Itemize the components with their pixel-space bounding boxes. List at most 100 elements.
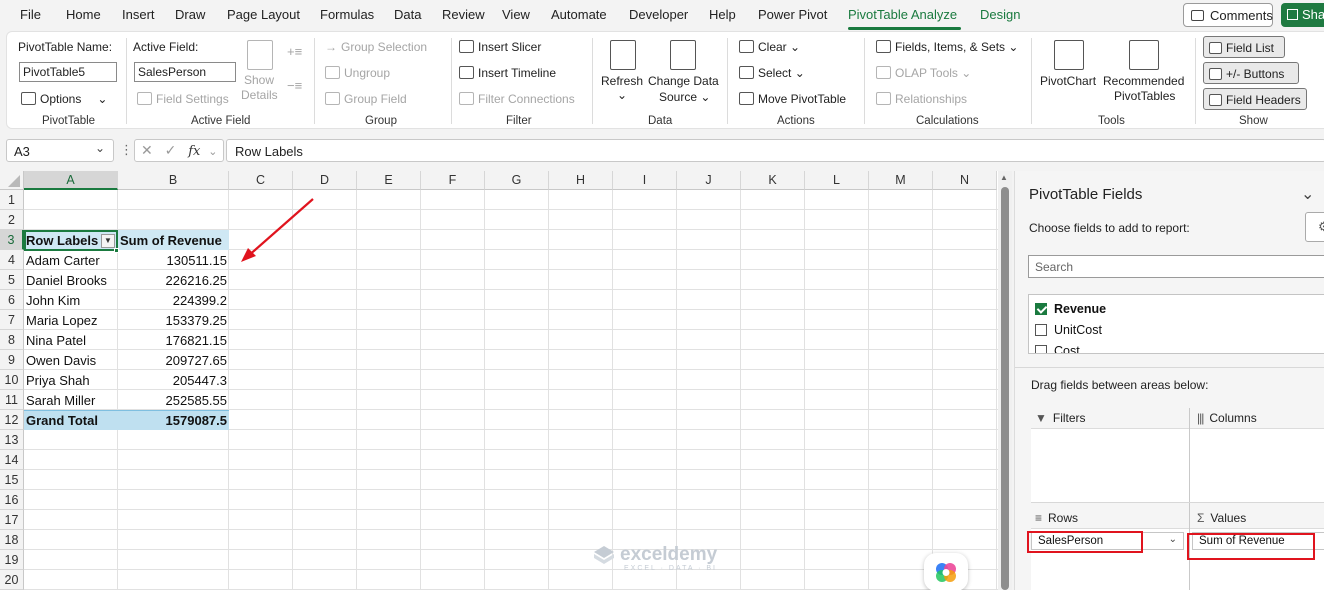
row-header[interactable]: 2 (0, 210, 24, 230)
group-field-button[interactable]: Group Field (325, 92, 407, 106)
tab-formulas[interactable]: Formulas (320, 7, 374, 22)
row-header[interactable]: 13 (0, 430, 24, 450)
more-options-icon[interactable]: ⋮ (120, 142, 133, 158)
insert-function-icon[interactable]: fx (188, 144, 200, 159)
formula-input[interactable]: Row Labels (226, 139, 1324, 162)
select-all-corner[interactable] (0, 171, 24, 190)
grand-total-label[interactable]: Grand Total (24, 410, 118, 430)
row-header[interactable]: 5 (0, 270, 24, 290)
field-list-toggle[interactable]: Field List (1203, 36, 1285, 58)
pane-options-chevron-icon[interactable]: ⌄ (1301, 184, 1314, 204)
field-unitcost[interactable]: UnitCost (1035, 323, 1102, 337)
field-search-input[interactable]: Search (1028, 255, 1324, 278)
gear-icon[interactable]: ⚙ (1305, 212, 1324, 242)
pivot-row-label[interactable]: John Kim (24, 290, 118, 310)
column-header[interactable]: N (933, 171, 997, 190)
column-header[interactable]: F (421, 171, 485, 190)
row-header[interactable]: 7 (0, 310, 24, 330)
filters-drop-zone[interactable] (1031, 428, 1189, 502)
tab-design[interactable]: Design (980, 7, 1020, 22)
row-header[interactable]: 4 (0, 250, 24, 270)
pivot-row-value[interactable]: 224399.2 (118, 290, 229, 310)
checkbox-unchecked[interactable] (1035, 324, 1047, 336)
pivot-row-value[interactable]: 176821.15 (118, 330, 229, 350)
chevron-down-icon[interactable]: ⌄ (208, 146, 217, 158)
field-headers-toggle[interactable]: Field Headers (1203, 88, 1307, 110)
chevron-down-icon[interactable]: ⌄ (1169, 534, 1177, 545)
relationships-button[interactable]: Relationships (876, 92, 967, 106)
row-header[interactable]: 16 (0, 490, 24, 510)
row-header[interactable]: 14 (0, 450, 24, 470)
pivotchart-button[interactable]: PivotChart (1040, 74, 1096, 88)
active-field-input[interactable] (134, 62, 236, 82)
insert-timeline-button[interactable]: Insert Timeline (459, 66, 556, 80)
row-header[interactable]: 19 (0, 550, 24, 570)
tab-view[interactable]: View (502, 7, 530, 22)
filter-connections-button[interactable]: Filter Connections (459, 92, 575, 106)
row-header[interactable]: 20 (0, 570, 24, 590)
tab-home[interactable]: Home (66, 7, 101, 22)
row-header[interactable]: 1 (0, 190, 24, 210)
worksheet-grid[interactable]: ABCDEFGHIJKLMN 1 2 3 4 5 6 7 8 9 10 11 12 13 14 15 16 17… (0, 171, 998, 590)
select-button[interactable]: Select ⌄ (739, 66, 805, 80)
copilot-button[interactable] (924, 553, 968, 590)
chevron-down-icon[interactable]: ⌄ (95, 141, 105, 155)
column-header[interactable]: K (741, 171, 805, 190)
checkbox-checked[interactable] (1035, 303, 1047, 315)
pivot-row-label[interactable]: Sarah Miller (24, 390, 118, 410)
column-header[interactable]: J (677, 171, 741, 190)
column-header[interactable]: E (357, 171, 421, 190)
column-header[interactable]: C (229, 171, 293, 190)
move-pivottable-button[interactable]: Move PivotTable (739, 92, 846, 106)
pivot-row-value[interactable]: 130511.15 (118, 250, 229, 270)
column-header[interactable]: B (118, 171, 229, 190)
pivot-row-label[interactable]: Maria Lopez (24, 310, 118, 330)
pivot-row-value[interactable]: 226216.25 (118, 270, 229, 290)
change-data-source-button[interactable]: Change Data (648, 74, 719, 88)
column-header[interactable]: M (869, 171, 933, 190)
column-header[interactable]: I (613, 171, 677, 190)
collapse-field-icon[interactable]: −≡ (287, 78, 302, 93)
clear-button[interactable]: Clear ⌄ (739, 40, 800, 54)
pivot-row-value[interactable]: 205447.3 (118, 370, 229, 390)
fill-handle[interactable] (114, 248, 119, 253)
vertical-scrollbar[interactable]: ▲ (998, 171, 1012, 590)
sum-of-revenue-header[interactable]: Sum of Revenue (118, 230, 229, 250)
olap-tools-button[interactable]: OLAP Tools ⌄ (876, 66, 971, 80)
columns-drop-zone[interactable] (1190, 428, 1324, 502)
tab-developer[interactable]: Developer (629, 7, 688, 22)
pivottable-name-input[interactable] (19, 62, 117, 82)
pivot-row-value[interactable]: 252585.55 (118, 390, 229, 410)
row-header[interactable]: 9 (0, 350, 24, 370)
tab-help[interactable]: Help (709, 7, 736, 22)
show-details-button[interactable]: Show (244, 73, 274, 87)
column-header[interactable]: G (485, 171, 549, 190)
row-header[interactable]: 17 (0, 510, 24, 530)
field-cost[interactable]: Cost (1035, 344, 1080, 353)
enter-icon[interactable]: ✓ (165, 142, 177, 158)
column-header[interactable]: D (293, 171, 357, 190)
row-header[interactable]: 8 (0, 330, 24, 350)
row-header[interactable]: 12 (0, 410, 24, 430)
scroll-up-icon[interactable]: ▲ (1000, 173, 1008, 182)
column-header[interactable]: H (549, 171, 613, 190)
buttons-toggle[interactable]: +/- Buttons (1203, 62, 1299, 84)
insert-slicer-button[interactable]: Insert Slicer (459, 40, 541, 54)
pivot-row-value[interactable]: 209727.65 (118, 350, 229, 370)
comments-button[interactable]: Comments (1183, 3, 1273, 27)
tab-page-layout[interactable]: Page Layout (227, 7, 300, 22)
pivot-row-label[interactable]: Nina Patel (24, 330, 118, 350)
column-header[interactable]: A (24, 171, 118, 190)
options-button[interactable]: Options ⌄ (21, 92, 107, 106)
tab-automate[interactable]: Automate (551, 7, 607, 22)
share-button[interactable]: Share (1281, 3, 1324, 27)
cancel-icon[interactable]: ✕ (141, 142, 153, 158)
tab-power-pivot[interactable]: Power Pivot (758, 7, 827, 22)
grand-total-value[interactable]: 1579087.5 (118, 410, 229, 430)
expand-field-icon[interactable]: +≡ (287, 44, 302, 59)
tab-pivottable-analyze[interactable]: PivotTable Analyze (848, 7, 957, 22)
pivot-row-label[interactable]: Daniel Brooks (24, 270, 118, 290)
ungroup-button[interactable]: Ungroup (325, 66, 390, 80)
row-header[interactable]: 18 (0, 530, 24, 550)
tab-insert[interactable]: Insert (122, 7, 155, 22)
